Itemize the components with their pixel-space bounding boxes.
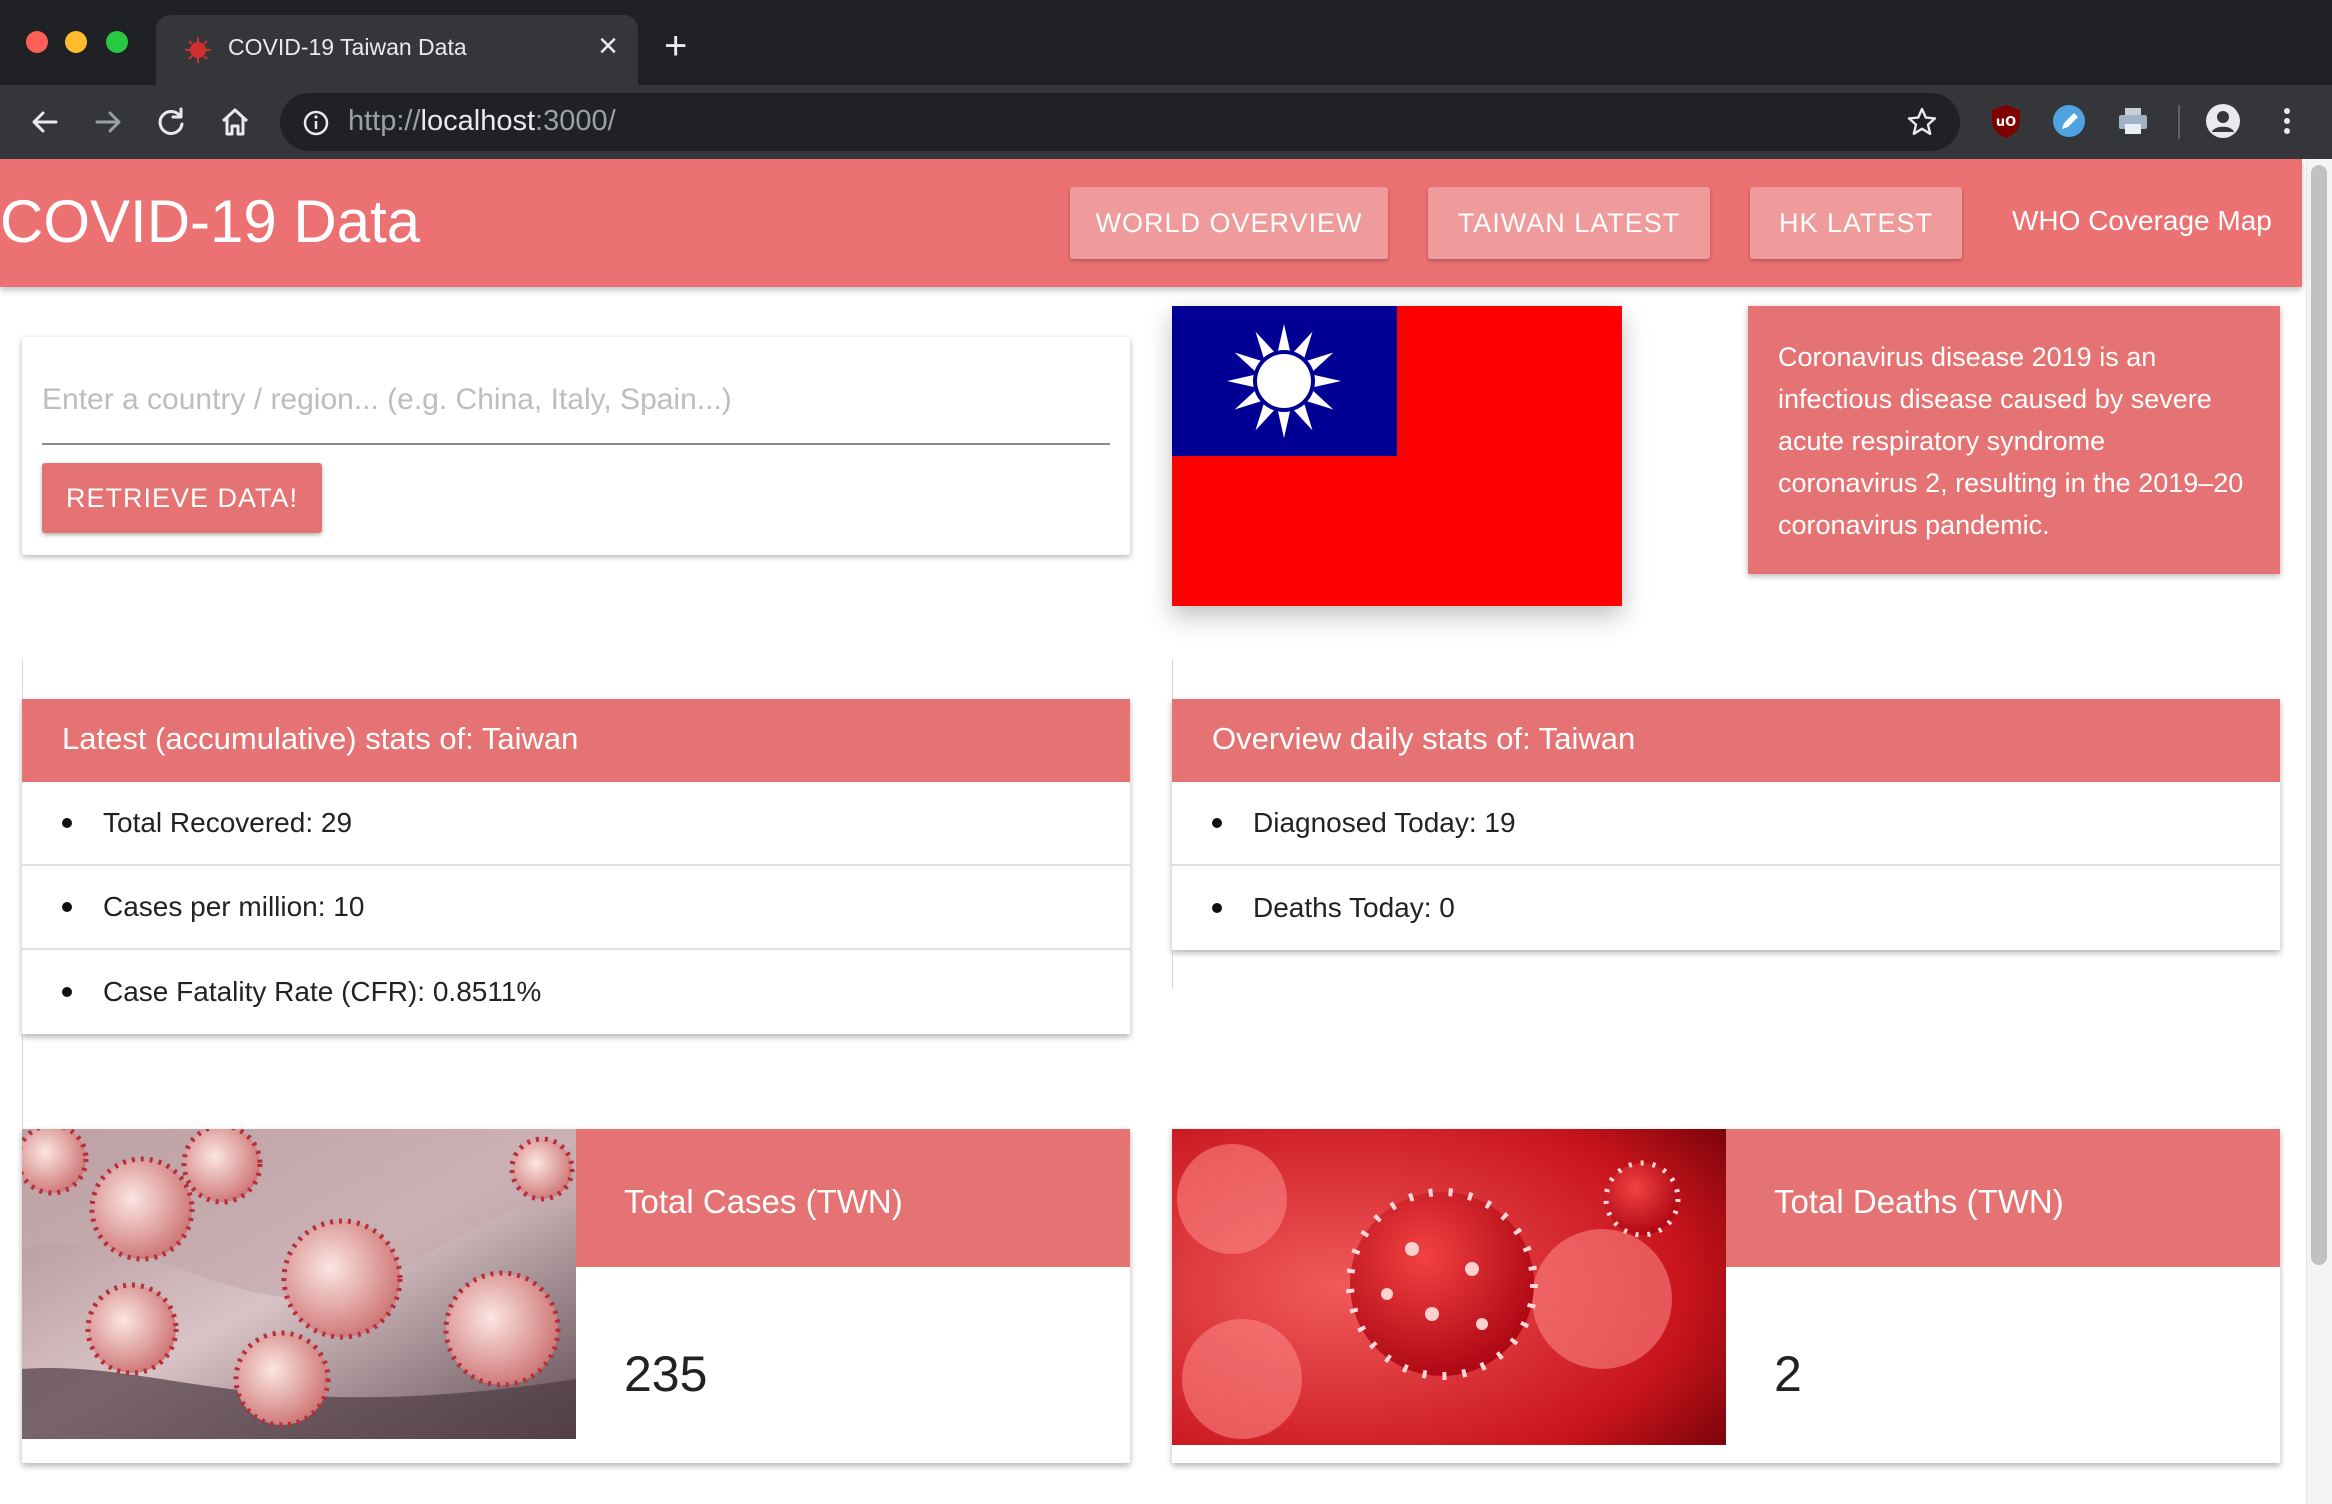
covid-info-card: Coronavirus disease 2019 is an infectiou… <box>1748 306 2280 574</box>
profile-avatar-icon[interactable] <box>2204 102 2242 140</box>
list-item: Total Recovered: 29 <box>22 782 1130 866</box>
list-item: Diagnosed Today: 19 <box>1172 782 2280 866</box>
window-zoom-button[interactable] <box>106 31 128 53</box>
back-arrow-icon[interactable] <box>26 103 64 141</box>
country-search-input[interactable]: Enter a country / region... (e.g. China,… <box>42 373 1110 445</box>
total-deaths-card: Total Deaths (TWN) 2 <box>1172 1129 2280 1463</box>
list-item: Case Fatality Rate (CFR): 0.8511% <box>22 950 1130 1034</box>
retrieve-data-button[interactable]: RETRIEVE DATA! <box>42 463 322 533</box>
app-title: COVID-19 Data <box>0 188 421 255</box>
total-cases-value: 235 <box>624 1346 708 1402</box>
tab-title: COVID-19 Taiwan Data <box>228 34 467 60</box>
menu-kebab-icon[interactable] <box>2268 102 2306 140</box>
svg-text:uO: uO <box>1996 115 2016 130</box>
home-icon[interactable] <box>216 103 254 141</box>
total-deaths-value: 2 <box>1774 1346 1802 1402</box>
coronavirus-image <box>1172 1129 1726 1445</box>
search-card: Enter a country / region... (e.g. China,… <box>22 337 1130 555</box>
site-info-icon[interactable] <box>302 109 330 137</box>
taiwan-latest-button[interactable]: TAIWAN LATEST <box>1428 187 1710 259</box>
window-close-button[interactable] <box>26 31 48 53</box>
forward-arrow-icon[interactable] <box>89 103 127 141</box>
address-bar[interactable]: http://localhost:3000/ <box>280 93 1960 151</box>
browser-toolbar: http://localhost:3000/ uO <box>0 85 2332 159</box>
ublock-extension-icon[interactable]: uO <box>1987 102 2025 140</box>
hk-latest-button[interactable]: HK LATEST <box>1750 187 1962 259</box>
coronavirus-image <box>22 1129 576 1439</box>
total-cases-card: Total Cases (TWN) 235 <box>22 1129 1130 1463</box>
daily-stats-card: Overview daily stats of: Taiwan Diagnose… <box>1172 699 2280 950</box>
latest-stats-title: Latest (accumulative) stats of: Taiwan <box>22 699 1130 782</box>
daily-stats-title: Overview daily stats of: Taiwan <box>1172 699 2280 782</box>
white-sun-icon <box>1227 324 1341 438</box>
page-scrollbar[interactable] <box>2306 159 2332 1504</box>
scrollbar-thumb[interactable] <box>2311 165 2327 1265</box>
list-item: Cases per million: 10 <box>22 866 1130 950</box>
taiwan-flag <box>1172 306 1622 606</box>
printer-extension-icon[interactable] <box>2114 102 2152 140</box>
tab-close-icon[interactable]: × <box>598 29 618 63</box>
total-cases-label: Total Cases (TWN) <box>576 1129 1130 1267</box>
new-tab-button[interactable]: + <box>664 26 687 66</box>
list-item: Deaths Today: 0 <box>1172 866 2280 950</box>
virus-favicon-icon <box>185 37 211 63</box>
flag-canton <box>1172 306 1397 456</box>
who-coverage-map-link[interactable]: WHO Coverage Map <box>2012 205 2272 237</box>
reload-icon[interactable] <box>152 103 190 141</box>
page-viewport: COVID-19 Data WORLD OVERVIEW TAIWAN LATE… <box>0 159 2332 1504</box>
world-overview-button[interactable]: WORLD OVERVIEW <box>1070 187 1388 259</box>
window-minimize-button[interactable] <box>65 31 87 53</box>
toolbar-separator <box>2178 105 2180 139</box>
url-text[interactable]: http://localhost:3000/ <box>348 105 616 138</box>
latest-stats-card: Latest (accumulative) stats of: Taiwan T… <box>22 699 1130 1034</box>
app-bar: COVID-19 Data WORLD OVERVIEW TAIWAN LATE… <box>0 159 2302 287</box>
browser-tab-active[interactable]: COVID-19 Taiwan Data × <box>156 15 638 85</box>
bookmark-star-icon[interactable] <box>1906 106 1938 138</box>
browser-tab-strip: COVID-19 Taiwan Data × + <box>0 0 2332 85</box>
total-deaths-label: Total Deaths (TWN) <box>1726 1129 2280 1267</box>
pen-extension-icon[interactable] <box>2050 102 2088 140</box>
